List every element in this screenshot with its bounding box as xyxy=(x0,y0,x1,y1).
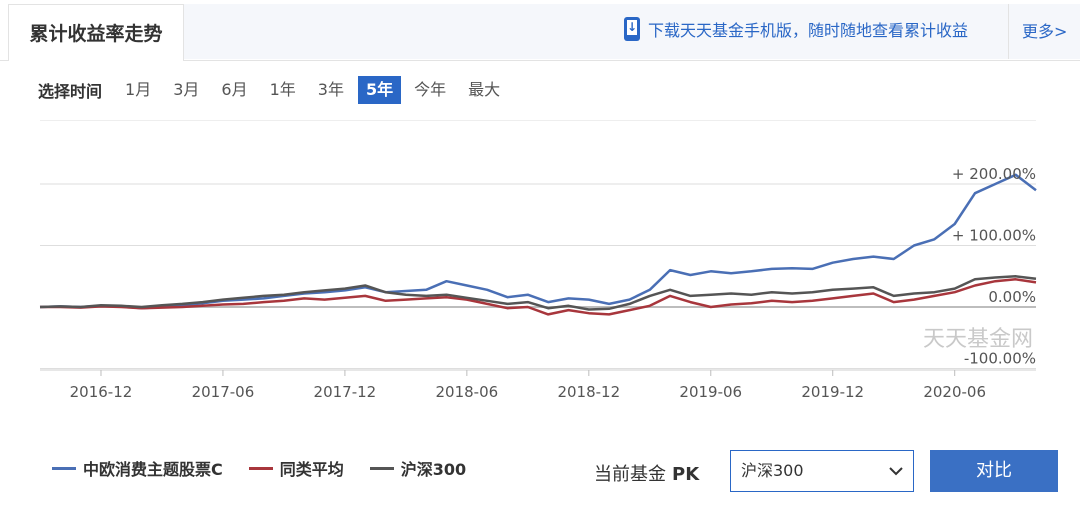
x-tick-label-2: 2017-12 xyxy=(314,383,377,401)
time-option-1y[interactable]: 1年 xyxy=(269,76,297,104)
time-option-6m[interactable]: 6月 xyxy=(220,76,248,104)
time-option-1m[interactable]: 1月 xyxy=(124,76,152,104)
cumulative-return-chart: 天天基金网 + 200.00% + 100.00% 0.00% -100.00% 2016… xyxy=(39,120,1037,401)
phone-download-icon xyxy=(624,17,640,41)
download-app-text[interactable]: 下载天天基金手机版，随时随地查看累计收益 xyxy=(648,17,968,41)
x-tick-label-0: 2016-12 xyxy=(70,383,133,401)
x-tick-label-1: 2017-06 xyxy=(192,383,255,401)
benchmark-select-value: 沪深300 xyxy=(741,461,804,480)
y-tick-label-0: + 200.00% xyxy=(952,165,1036,183)
time-option-max[interactable]: 最大 xyxy=(467,76,501,104)
pk-label: 当前基金 PK xyxy=(594,460,699,486)
y-tick-label-2: 0.00% xyxy=(988,288,1036,306)
series-line-2 xyxy=(39,275,1037,311)
x-tick-label-5: 2019-06 xyxy=(679,383,742,401)
more-divider xyxy=(1008,4,1009,59)
chevron-down-icon xyxy=(889,467,903,476)
compare-button[interactable]: 对比 xyxy=(930,450,1058,492)
tab-header: 累计收益率走势 下载天天基金手机版，随时随地查看累计收益 更多> xyxy=(0,0,1080,61)
y-tick-label-1: + 100.00% xyxy=(952,227,1036,245)
y-tick-label-3: -100.00% xyxy=(964,350,1036,368)
legend-label-csi300: 沪深300 xyxy=(400,460,467,479)
x-tick-label-6: 2019-12 xyxy=(801,383,864,401)
x-tick-label-7: 2020-06 xyxy=(923,383,986,401)
x-tick-label-3: 2018-06 xyxy=(436,383,499,401)
time-option-3m[interactable]: 3月 xyxy=(172,76,200,104)
legend-item-fund[interactable]: 中欧消费主题股票C xyxy=(52,456,223,480)
download-app-link[interactable]: 下载天天基金手机版，随时随地查看累计收益 xyxy=(624,14,968,44)
tab-cumulative-return[interactable]: 累计收益率走势 xyxy=(8,4,184,61)
pk-text: PK xyxy=(672,464,700,485)
series-line-1 xyxy=(40,278,1037,316)
series-line-0 xyxy=(39,173,1037,310)
time-option-ytd[interactable]: 今年 xyxy=(413,76,447,104)
time-range-label: 选择时间 xyxy=(38,82,103,101)
x-tick-label-4: 2018-12 xyxy=(557,383,620,401)
legend-item-category-average[interactable]: 同类平均 xyxy=(248,456,344,480)
legend-swatch-csi300 xyxy=(369,466,394,470)
legend-label-category-average: 同类平均 xyxy=(279,460,344,479)
current-fund-label: 当前基金 xyxy=(594,464,666,485)
legend-swatch-category-average xyxy=(248,466,273,470)
time-option-5y[interactable]: 5年 xyxy=(357,76,402,104)
time-option-3y[interactable]: 3年 xyxy=(317,76,345,104)
legend-label-fund: 中欧消费主题股票C xyxy=(83,460,223,479)
more-link[interactable]: 更多> xyxy=(1022,18,1067,42)
legend-item-csi300[interactable]: 沪深300 xyxy=(369,456,467,480)
legend-swatch-fund xyxy=(52,466,76,470)
chart-legend: 中欧消费主题股票C 同类平均 沪深300 xyxy=(52,456,492,480)
time-range-selector: 选择时间 1月 3月 6月 1年 3年 5年 今年 最大 xyxy=(38,76,521,104)
benchmark-select[interactable]: 沪深300 xyxy=(730,450,914,492)
chart-watermark: 天天基金网 xyxy=(923,327,1033,352)
